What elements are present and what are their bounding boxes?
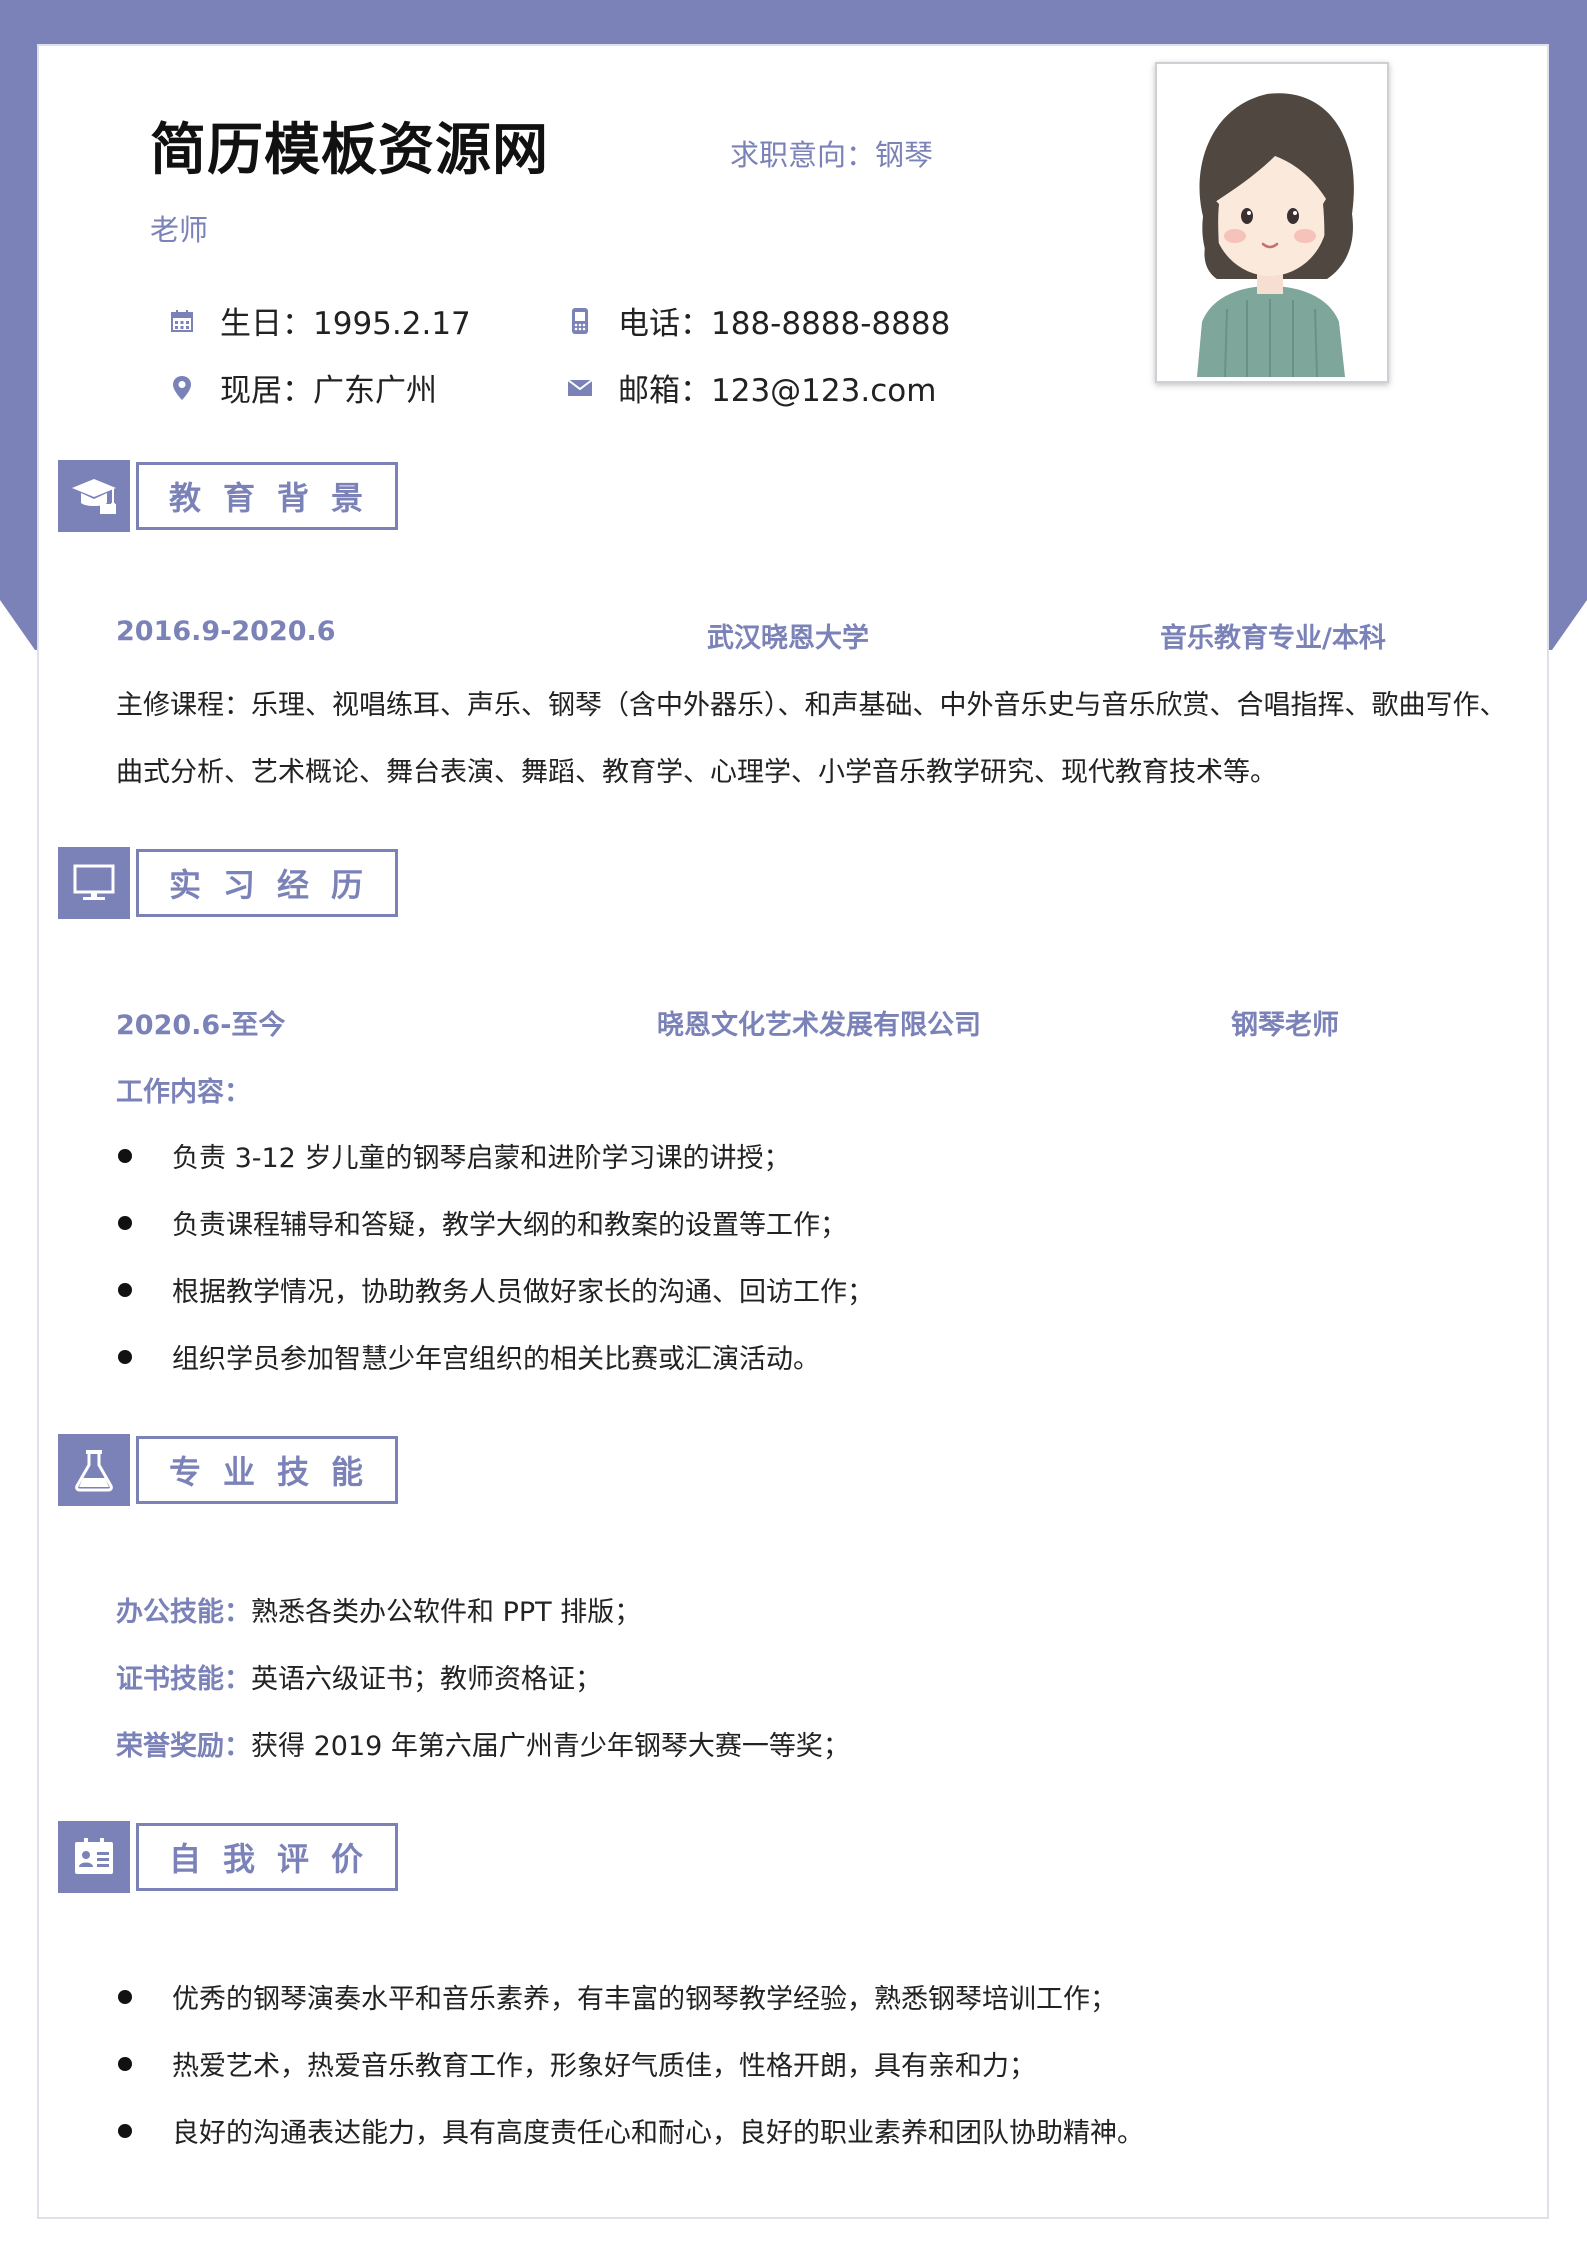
education-major: 音乐教育专业/本科 [1160,623,1386,654]
section-title-self-evaluation: 自我评价 [136,1823,398,1891]
list-item: 热爱艺术，热爱音乐教育工作，形象好气质佳，性格开朗，具有亲和力； [118,2044,1036,2083]
job-intent: 求职意向：钢琴 [730,138,934,172]
flask-icon [58,1434,130,1506]
education-courses-line1: 主修课程：乐理、视唱练耳、声乐、钢琴（含中外器乐）、和声基础、中外音乐史与音乐欣… [116,690,1507,721]
phone-info: 电话：188-8888-8888 [566,298,950,343]
section-title-education: 教育背景 [136,462,398,530]
list-item: 优秀的钢琴演奏水平和音乐素养，有丰富的钢琴教学经验，熟悉钢琴培训工作； [118,1977,1117,2016]
internship-period: 2020.6-至今 [116,1010,286,1041]
section-title-internship: 实习经历 [136,849,398,917]
location-text: 现居：广东广州 [220,373,437,409]
internship-company: 晓恩文化艺术发展有限公司 [657,1010,981,1041]
education-school: 武汉晓恩大学 [707,623,869,654]
list-item: 良好的沟通表达能力，具有高度责任心和耐心，良好的职业素养和团队协助精神。 [118,2111,1144,2150]
id-card-icon [58,1821,130,1893]
skill-row-office: 办公技能：熟悉各类办公软件和 PPT 排版； [116,1597,642,1628]
location-info: 现居：广东广州 [168,365,437,410]
skill-row-certificates: 证书技能：英语六级证书；教师资格证； [116,1664,602,1695]
candidate-name: 简历模板资源网 [150,118,549,183]
list-item: 根据教学情况，协助教务人员做好家长的沟通、回访工作； [118,1270,874,1309]
mail-icon [566,374,594,402]
section-header-education: 教育背景 [58,460,398,532]
skill-row-honors: 荣誉奖励：获得 2019 年第六届广州青少年钢琴大赛一等奖； [116,1731,850,1762]
list-item: 负责课程辅导和答疑，教学大纲的和教案的设置等工作； [118,1203,847,1242]
birth-text: 生日：1995.2.17 [220,306,471,342]
internship-content-label: 工作内容： [116,1077,251,1108]
profile-photo [1155,62,1389,383]
internship-position: 钢琴老师 [1231,1010,1339,1041]
phone-icon [566,307,594,335]
section-title-skills: 专业技能 [136,1436,398,1504]
calendar-icon [168,307,196,335]
education-courses-line2: 曲式分析、艺术概论、舞台表演、舞蹈、教育学、心理学、小学音乐教学研究、现代教育技… [116,757,1277,788]
section-header-internship: 实习经历 [58,847,398,919]
phone-text: 电话：188-8888-8888 [618,306,951,342]
section-header-skills: 专业技能 [58,1434,398,1506]
education-period: 2016.9-2020.6 [116,616,336,647]
graduation-cap-icon [58,460,130,532]
list-item: 组织学员参加智慧少年宫组织的相关比赛或汇演活动。 [118,1337,820,1376]
monitor-icon [58,847,130,919]
location-pin-icon [168,374,196,402]
email-info: 邮箱：123@123.com [566,365,936,410]
email-text: 邮箱：123@123.com [618,373,937,409]
list-item: 负责 3-12 岁儿童的钢琴启蒙和进阶学习课的讲授； [118,1136,790,1175]
birth-info: 生日：1995.2.17 [168,298,471,343]
job-intent-continued: 老师 [150,213,209,247]
girl-avatar-illustration [1157,64,1383,378]
section-header-self-evaluation: 自我评价 [58,1821,398,1893]
